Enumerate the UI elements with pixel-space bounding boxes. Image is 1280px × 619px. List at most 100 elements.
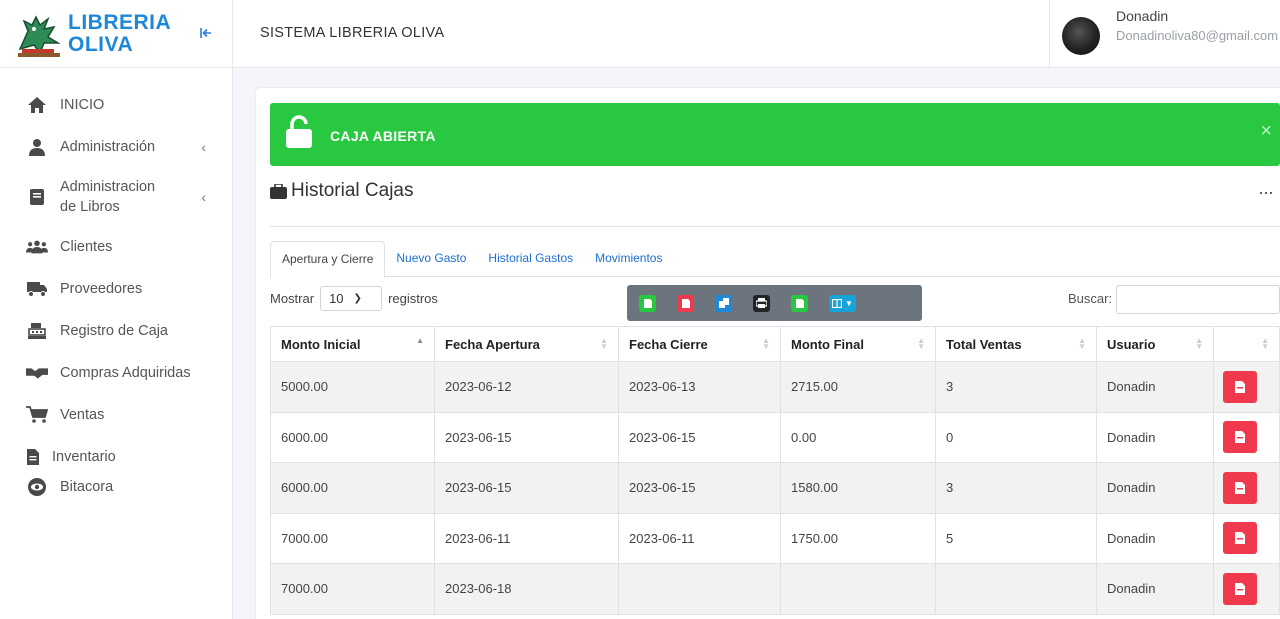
column-header-fecha-apertura[interactable]: Fecha Apertura ▲ ▼ xyxy=(434,326,619,362)
table-cell: 6000.00 xyxy=(270,462,435,514)
pdf-file-icon xyxy=(1235,431,1245,444)
column-header-fecha-cierre[interactable]: Fecha Cierre ▲ ▼ xyxy=(618,326,781,362)
sidebar-item-label: Compras Adquiridas xyxy=(60,365,191,381)
chevron-left-icon: ‹ xyxy=(201,189,206,205)
pdf-file-icon xyxy=(1235,481,1245,494)
tab-historial-gastos[interactable]: Historial Gastos xyxy=(477,241,584,277)
brand[interactable]: LIBRERIA OLIVA xyxy=(0,0,232,68)
page-length-control: Mostrar 10 ❯ registros xyxy=(270,286,438,311)
home-icon xyxy=(26,94,48,116)
dragon-logo-icon xyxy=(18,14,61,57)
table-row[interactable]: 6000.00 2023-06-15 2023-06-15 1580.00 3 Donad… xyxy=(270,462,1280,514)
table-cell-actions xyxy=(1213,462,1280,514)
sort-icon: ▲ ▼ xyxy=(917,336,925,351)
table-cell-actions xyxy=(1213,411,1280,463)
table-cell: 1750.00 xyxy=(780,512,936,564)
sidebar-item-inicio[interactable]: INICIO xyxy=(0,84,232,126)
sidebar-item-label: Ventas xyxy=(60,407,105,423)
sidebar: LIBRERIA OLIVA INICIO Administración ‹ A… xyxy=(0,0,233,619)
sidebar-item-label: Registro de Caja xyxy=(60,323,168,339)
column-header-usuario[interactable]: Usuario ▲ ▼ xyxy=(1096,326,1214,362)
table-cell: 2023-06-12 xyxy=(434,361,619,413)
alert-text: CAJA ABIERTA xyxy=(330,128,436,144)
truck-icon xyxy=(26,278,48,300)
sidebar-item-proveedores[interactable]: Proveedores xyxy=(0,268,232,310)
table-cell: 7000.00 xyxy=(270,512,435,564)
pdf-report-button[interactable] xyxy=(1223,421,1257,454)
caret-down-icon: ▼ xyxy=(845,298,853,308)
avatar[interactable] xyxy=(1062,17,1100,55)
sort-icon: ▲ ▼ xyxy=(1195,336,1203,351)
table-cell-actions xyxy=(1213,563,1280,615)
print-icon[interactable] xyxy=(753,294,770,312)
user-icon xyxy=(26,136,48,158)
handshake-icon xyxy=(26,362,48,384)
table-cell: 2023-06-11 xyxy=(434,512,619,564)
pdf-report-button[interactable] xyxy=(1223,572,1257,605)
tab-movimientos[interactable]: Movimientos xyxy=(584,241,673,277)
page-title: Historial Cajas xyxy=(270,180,413,202)
table-cell: 6000.00 xyxy=(270,411,435,463)
search-input[interactable] xyxy=(1116,285,1280,314)
table-cell: 2023-06-15 xyxy=(618,462,781,514)
sidebar-item-label: INICIO xyxy=(60,97,105,113)
table-cell: 0 xyxy=(935,411,1097,463)
sort-icon: ▲ ▼ xyxy=(762,336,770,351)
briefcase-icon xyxy=(270,183,287,199)
table-cell: 2023-06-15 xyxy=(434,462,619,514)
column-header-total-ventas[interactable]: Total Ventas ▲ ▼ xyxy=(935,326,1097,362)
tab-apertura-cierre[interactable]: Apertura y Cierre xyxy=(270,241,386,278)
sidebar-item-registro-caja[interactable]: Registro de Caja xyxy=(0,310,232,352)
column-header-monto-inicial[interactable]: Monto Inicial ▲ xyxy=(270,326,435,362)
collapse-sidebar-icon[interactable] xyxy=(199,26,213,44)
sidebar-item-clientes[interactable]: Clientes xyxy=(0,226,232,268)
user-menu[interactable]: Donadin Donadinoliva80@gmail.com xyxy=(1049,0,1280,68)
table-cell: 3 xyxy=(935,462,1097,514)
csv-icon[interactable] xyxy=(791,294,808,312)
table-row[interactable]: 6000.00 2023-06-15 2023-06-15 0.00 0 Donadin xyxy=(270,411,1280,463)
tab-nuevo-gasto[interactable]: Nuevo Gasto xyxy=(385,241,477,277)
page-length-select[interactable]: 10 ❯ xyxy=(320,286,383,311)
sort-asc-icon: ▲ xyxy=(416,336,424,345)
sidebar-item-administracion[interactable]: Administración ‹ xyxy=(0,126,232,168)
table-row[interactable]: 7000.00 2023-06-11 2023-06-11 1750.00 5 Donad… xyxy=(270,512,1280,564)
sidebar-item-administracion-libros[interactable]: Administracion de Libros ‹ xyxy=(0,168,232,226)
sidebar-item-ventas[interactable]: Ventas xyxy=(0,394,232,436)
table-row[interactable]: 7000.00 2023-06-18 Donadin xyxy=(270,563,1280,615)
pdf-report-button[interactable] xyxy=(1223,370,1257,403)
pdf-file-icon xyxy=(1235,532,1245,545)
table-cell xyxy=(780,563,936,615)
close-icon[interactable]: × xyxy=(1260,120,1272,143)
chevron-down-icon: ❯ xyxy=(353,293,362,304)
pdf-file-icon xyxy=(1235,582,1245,595)
brand-name-line2: OLIVA xyxy=(68,32,134,56)
table-cell: Donadin xyxy=(1096,563,1214,615)
page-title-text: Historial Cajas xyxy=(291,180,414,201)
pdf-report-button[interactable] xyxy=(1223,522,1257,555)
system-title: SISTEMA LIBRERIA OLIVA xyxy=(260,25,445,41)
table-row[interactable]: 5000.00 2023-06-12 2023-06-13 2715.00 3 Donad… xyxy=(270,361,1280,413)
pdf-icon[interactable] xyxy=(677,294,694,312)
column-header-monto-final[interactable]: Monto Final ▲ ▼ xyxy=(780,326,936,362)
sidebar-item-label: Clientes xyxy=(60,239,113,255)
table-cell: 2023-06-18 xyxy=(434,563,619,615)
sidebar-item-bitacora[interactable]: Bitacora xyxy=(0,472,232,502)
cash-register-icon xyxy=(26,320,48,342)
more-options-icon[interactable]: ··· xyxy=(1258,182,1274,203)
records-label: registros xyxy=(388,291,438,306)
pdf-report-button[interactable] xyxy=(1223,471,1257,504)
cart-icon xyxy=(26,404,48,426)
table-cell: Donadin xyxy=(1096,462,1214,514)
sidebar-item-compras[interactable]: Compras Adquiridas xyxy=(0,352,232,394)
columns-icon[interactable]: ▼ xyxy=(829,294,856,312)
sort-icon: ▲ ▼ xyxy=(600,336,608,351)
table-cell: 2023-06-13 xyxy=(618,361,781,413)
sidebar-item-label: Proveedores xyxy=(60,281,143,297)
copy-icon[interactable] xyxy=(715,294,732,312)
users-icon xyxy=(26,236,48,258)
table-cell: 3 xyxy=(935,361,1097,413)
column-header-actions[interactable]: ▲ ▼ xyxy=(1213,326,1280,362)
sidebar-item-label: Inventario xyxy=(52,449,116,465)
excel-icon[interactable] xyxy=(639,294,656,312)
export-button-group: ▼ xyxy=(627,285,922,321)
